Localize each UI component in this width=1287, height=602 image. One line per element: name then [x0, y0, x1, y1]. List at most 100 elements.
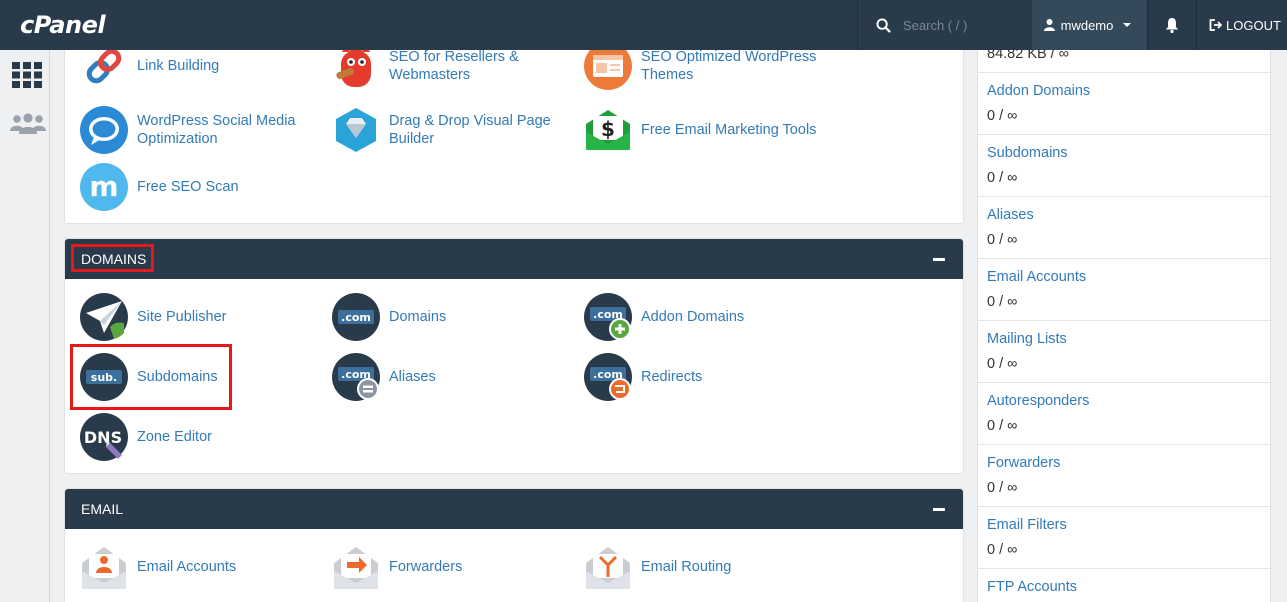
item-label: Link Building	[137, 58, 220, 74]
item-label: Forwarders	[389, 559, 463, 575]
item-label: Addon Domains	[641, 309, 745, 325]
item-label: Site Publisher	[137, 309, 227, 325]
item-label: SEO Optimized WordPress	[641, 49, 817, 65]
statistics-sidebar: 84.82 KB / ∞ Addon Domains 0 / ∞ Subdoma…	[977, 46, 1272, 602]
email-accounts-link[interactable]: Email Accounts	[80, 543, 236, 591]
forwarders-link[interactable]: Forwarders	[332, 543, 462, 591]
dotcom-add-icon: .com	[584, 293, 632, 341]
item-label: Free SEO Scan	[137, 179, 239, 195]
search-input[interactable]	[903, 17, 1023, 33]
item-label: Drag & Drop Visual Page	[389, 113, 551, 129]
stat-name[interactable]: Mailing Lists	[987, 331, 1067, 347]
left-sidebar	[0, 50, 50, 602]
stat-value: 0 / ∞	[987, 356, 1018, 372]
stat-value: 0 / ∞	[987, 294, 1018, 310]
paper-plane-icon	[80, 293, 128, 341]
envelope-routing-icon	[586, 547, 630, 589]
logout-icon	[1209, 19, 1222, 31]
item-label: Domains	[389, 309, 447, 325]
search-box[interactable]	[857, 0, 1032, 50]
stat-name[interactable]: Forwarders	[987, 455, 1060, 471]
stat-name[interactable]: Addon Domains	[987, 83, 1090, 99]
user-menu[interactable]: mwdemo	[1032, 0, 1147, 50]
stat-name[interactable]: FTP Accounts	[987, 579, 1077, 595]
item-label: Email Accounts	[137, 559, 237, 575]
item-label: SEO for Resellers &	[389, 49, 519, 65]
email-panel-header[interactable]: EMAIL	[65, 489, 963, 529]
domains-link[interactable]: .com Domains	[332, 293, 446, 341]
users-icon[interactable]	[10, 113, 46, 140]
bell-icon	[1166, 18, 1178, 33]
email-panel: EMAIL Email Accounts Forwarders Email Ro…	[64, 488, 964, 602]
stat-value: 0 / ∞	[987, 108, 1018, 124]
svg-text:DNS: DNS	[84, 428, 122, 447]
money-envelope-icon: $	[586, 110, 630, 150]
stat-autoresponders: Autoresponders 0 / ∞	[978, 382, 1272, 444]
item-label-line2: Optimization	[137, 131, 218, 147]
cpanel-logo[interactable]: cPanel	[0, 11, 857, 39]
svg-text:m: m	[89, 170, 118, 203]
collapse-icon[interactable]	[933, 507, 945, 511]
stat-value: 0 / ∞	[987, 480, 1018, 496]
stat-value: 0 / ∞	[987, 542, 1018, 558]
drag-drop-builder-link[interactable]: Drag & Drop Visual Page Builder	[332, 106, 551, 154]
aliases-link[interactable]: .com Aliases	[332, 353, 436, 401]
dotcom-alias-icon: .com	[332, 353, 380, 401]
username: mwdemo	[1060, 17, 1114, 33]
top-navbar: cPanel mwdemo LOGOUT	[0, 0, 1287, 50]
hexagon-diamond-icon	[336, 108, 376, 152]
notifications-button[interactable]	[1147, 0, 1197, 50]
stat-email-accounts: Email Accounts 0 / ∞	[978, 258, 1272, 320]
svg-text:$: $	[601, 117, 615, 141]
stat-forwarders: Forwarders 0 / ∞	[978, 444, 1272, 506]
envelope-forward-icon	[334, 547, 378, 589]
stat-name[interactable]: Subdomains	[987, 145, 1068, 161]
seo-tools-panel: Link Building SEO for Resellers & Webmast…	[64, 34, 964, 224]
search-icon	[876, 17, 891, 33]
item-label: Aliases	[389, 369, 436, 385]
stat-aliases: Aliases 0 / ∞	[978, 196, 1272, 258]
redirects-link[interactable]: .com Redirects	[584, 353, 702, 401]
logout-label: LOGOUT	[1226, 17, 1281, 33]
envelope-person-icon	[82, 547, 126, 589]
item-label: Redirects	[641, 369, 703, 385]
apps-grid-icon[interactable]	[12, 62, 42, 93]
addon-domains-link[interactable]: .com Addon Domains	[584, 293, 744, 341]
chat-bubble-icon	[80, 106, 128, 154]
stat-name[interactable]: Email Accounts	[987, 269, 1086, 285]
stat-value: 0 / ∞	[987, 418, 1018, 434]
stat-email-filters: Email Filters 0 / ∞	[978, 506, 1272, 568]
dns-icon: DNS	[80, 413, 128, 461]
free-seo-scan-link[interactable]: m Free SEO Scan	[80, 163, 239, 211]
domains-highlight-box	[71, 244, 154, 272]
collapse-icon[interactable]	[933, 257, 945, 261]
m-logo-icon: m	[80, 163, 128, 211]
stat-value: 0 / ∞	[987, 170, 1018, 186]
item-label: Free Email Marketing Tools	[641, 122, 817, 138]
dotcom-icon: .com	[332, 293, 380, 341]
stat-value: 0 / ∞	[987, 232, 1018, 248]
svg-text:.com: .com	[341, 311, 371, 324]
stat-name[interactable]: Email Filters	[987, 517, 1067, 533]
item-label: Zone Editor	[137, 429, 212, 445]
domains-panel-header[interactable]: DOMAINS	[65, 239, 963, 279]
stat-addon-domains: Addon Domains 0 / ∞	[978, 72, 1272, 134]
item-label-line2: Webmasters	[389, 67, 471, 83]
user-icon	[1043, 19, 1055, 31]
caret-down-icon	[1123, 23, 1132, 27]
email-routing-link[interactable]: Email Routing	[584, 543, 731, 591]
wp-social-media-link[interactable]: WordPress Social Media Optimization	[80, 106, 296, 154]
stat-name[interactable]: Autoresponders	[987, 393, 1089, 409]
item-label-line2: Builder	[389, 131, 435, 147]
stat-mailing-lists: Mailing Lists 0 / ∞	[978, 320, 1272, 382]
item-label-line2: Themes	[641, 67, 694, 83]
stat-name[interactable]: Aliases	[987, 207, 1034, 223]
site-publisher-link[interactable]: Site Publisher	[80, 293, 226, 341]
email-marketing-tools-link[interactable]: $ Free Email Marketing Tools	[584, 106, 816, 154]
stat-ftp-accounts: FTP Accounts	[978, 568, 1272, 602]
zone-editor-link[interactable]: DNS Zone Editor	[80, 413, 212, 461]
item-label: WordPress Social Media	[137, 113, 296, 129]
item-label: Email Routing	[641, 559, 732, 575]
dotcom-redirect-icon: .com	[584, 353, 632, 401]
logout-button[interactable]: LOGOUT	[1197, 0, 1281, 50]
